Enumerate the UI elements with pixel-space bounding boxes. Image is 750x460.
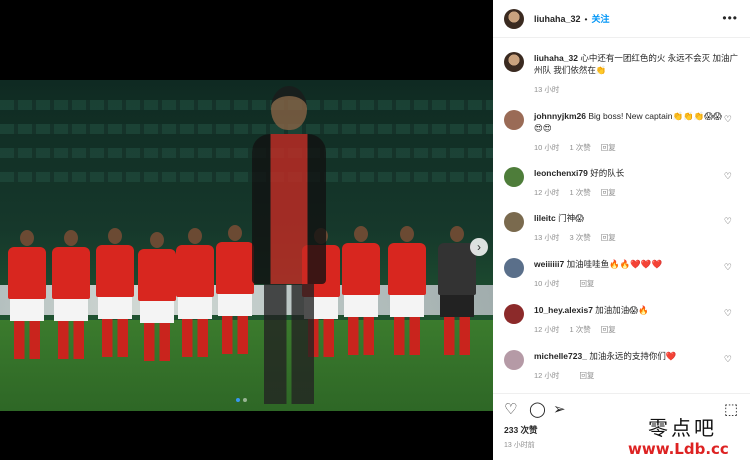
heart-icon[interactable]: ♡: [724, 171, 732, 182]
avatar[interactable]: [504, 8, 524, 29]
comment-username[interactable]: lileitc: [534, 213, 556, 223]
player: [176, 228, 214, 357]
media-pane: ›: [0, 0, 493, 460]
comment-time: 12 小时: [534, 188, 560, 197]
comment-time: 13 小时: [534, 233, 560, 242]
comment-text: 好的队长: [590, 168, 625, 178]
comment-username[interactable]: michelle723_: [534, 351, 587, 361]
caption-username[interactable]: liuhaha_32: [534, 53, 578, 63]
bookmark-icon[interactable]: ⬚: [724, 400, 738, 418]
comment-likes[interactable]: 1 次赞: [569, 143, 590, 152]
more-options-icon[interactable]: •••: [722, 11, 738, 25]
header-username[interactable]: liuhaha_32: [534, 14, 581, 24]
comment-text: 加油加油😱🔥: [595, 305, 649, 315]
heart-icon[interactable]: ♡: [724, 216, 732, 227]
comment-username[interactable]: johnnyjkm26: [534, 111, 586, 121]
coach-figure: [252, 86, 326, 411]
avatar[interactable]: [504, 212, 524, 232]
player: [52, 230, 90, 359]
carousel-dot: [236, 398, 240, 402]
comment-username[interactable]: 10_hey.alexis7: [534, 305, 593, 315]
carousel-dot: [243, 398, 247, 402]
post-photo: [0, 80, 493, 411]
comment-icon[interactable]: ◯: [529, 400, 546, 418]
heart-icon[interactable]: ♡: [724, 262, 732, 273]
next-slide-button[interactable]: ›: [470, 238, 488, 256]
avatar[interactable]: [504, 52, 524, 72]
heart-icon[interactable]: ♡: [504, 400, 517, 418]
reply-button[interactable]: 回复: [579, 371, 594, 380]
comment-item: weiiiiii7 加油哇哇鱼🔥🔥❤️❤️❤️ 10 小时 回复 ♡: [504, 258, 744, 290]
comment-username[interactable]: leonchenxi79: [534, 168, 588, 178]
comment-time: 10 小时: [534, 279, 560, 288]
action-bar: ♡ ◯ ➢ ⬚: [493, 393, 750, 419]
comment-text: 加油哇哇鱼🔥🔥❤️❤️❤️: [566, 259, 663, 269]
comment-time: 12 小时: [534, 325, 560, 334]
comment-item: leonchenxi79 好的队长 12 小时 1 次赞 回复 ♡: [504, 167, 744, 199]
post-side-panel: liuhaha_32 • 关注 ••• liuhaha_32 心中还有一团红色的…: [493, 0, 750, 460]
comment-item: johnnyjkm26 Big boss! New captain👏👏👏😱😱😍😍…: [504, 110, 744, 154]
post-header: liuhaha_32 • 关注 •••: [493, 0, 750, 38]
avatar[interactable]: [504, 304, 524, 324]
heart-icon[interactable]: ♡: [724, 308, 732, 319]
avatar[interactable]: [504, 167, 524, 187]
reply-button[interactable]: 回复: [601, 143, 616, 152]
player: [388, 226, 426, 355]
comment-item: 10_hey.alexis7 加油加油😱🔥 12 小时 1 次赞 回复 ♡: [504, 304, 744, 336]
separator: •: [584, 13, 588, 24]
comment-username[interactable]: weiiiiii7: [534, 259, 564, 269]
caption-time: 13 小时: [534, 85, 560, 94]
carousel-dots: [236, 398, 247, 402]
avatar[interactable]: [504, 258, 524, 278]
player: [216, 225, 254, 354]
player: [342, 226, 380, 355]
heart-icon[interactable]: ♡: [724, 114, 732, 125]
player: [96, 228, 134, 357]
comment-item: michelle723_ 加油永远的支持你们❤️ 12 小时 回复 ♡: [504, 350, 744, 382]
reply-button[interactable]: 回复: [601, 188, 616, 197]
follow-button[interactable]: 关注: [592, 12, 610, 25]
player: [138, 232, 176, 361]
comment-text: 门神😱: [558, 213, 584, 223]
like-count[interactable]: 233 次赞: [504, 424, 538, 436]
caption: liuhaha_32 心中还有一团红色的火 永远不会灭 加油广州队 我们依然在👏…: [504, 52, 744, 96]
comment-likes[interactable]: 1 次赞: [569, 188, 590, 197]
avatar[interactable]: [504, 350, 524, 370]
comment-text: 加油永远的支持你们❤️: [589, 351, 677, 361]
reply-button[interactable]: 回复: [601, 233, 616, 242]
comment-time: 10 小时: [534, 143, 560, 152]
share-icon[interactable]: ➢: [553, 400, 566, 418]
reply-button[interactable]: 回复: [579, 279, 594, 288]
heart-icon[interactable]: ♡: [724, 354, 732, 365]
comment-likes[interactable]: 3 次赞: [569, 233, 590, 242]
player: [8, 230, 46, 359]
posted-time: 13 小时前: [504, 442, 535, 449]
comment-item: lileitc 门神😱 13 小时 3 次赞 回复 ♡: [504, 212, 744, 244]
comment-time: 12 小时: [534, 371, 560, 380]
comment-likes[interactable]: 1 次赞: [569, 325, 590, 334]
avatar[interactable]: [504, 110, 524, 130]
reply-button[interactable]: 回复: [601, 325, 616, 334]
